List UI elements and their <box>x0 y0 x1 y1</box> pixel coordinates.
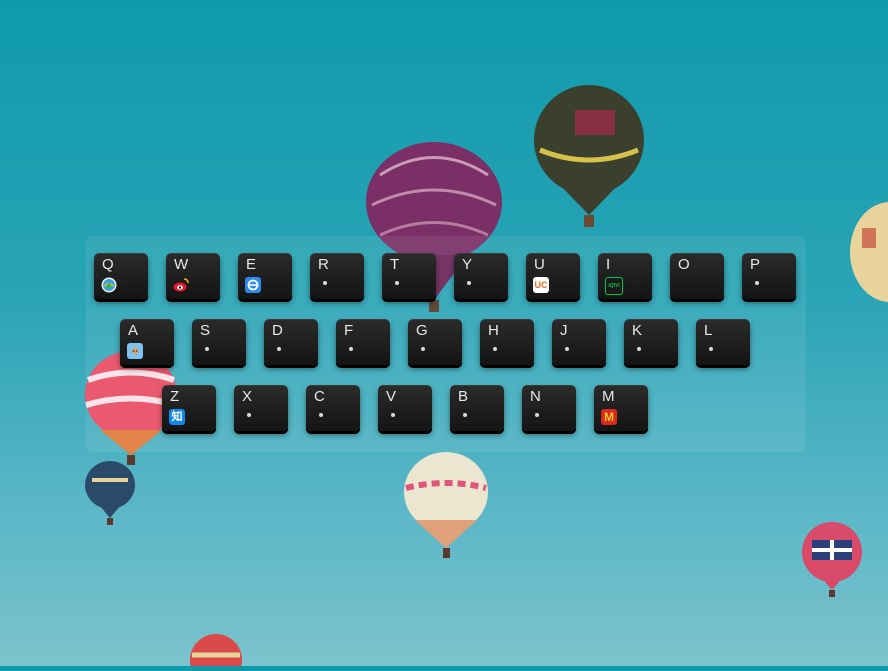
key-letter: C <box>314 388 325 405</box>
empty-slot-dot-icon <box>391 413 395 417</box>
key-y[interactable]: Y <box>454 253 508 299</box>
empty-slot-dot-icon <box>467 281 471 285</box>
empty-slot-dot-icon <box>565 347 569 351</box>
empty-slot-dot-icon <box>421 347 425 351</box>
iqiyi-icon: iQIYI <box>605 277 623 295</box>
key-j[interactable]: J <box>552 319 606 365</box>
key-u[interactable]: U UC <box>526 253 580 299</box>
key-e[interactable]: E <box>238 253 292 299</box>
key-f[interactable]: F <box>336 319 390 365</box>
key-o[interactable]: O <box>670 253 724 299</box>
key-letter: O <box>678 256 690 273</box>
key-c[interactable]: C <box>306 385 360 431</box>
key-letter: H <box>488 322 499 339</box>
key-letter: R <box>318 256 329 273</box>
key-n[interactable]: N <box>522 385 576 431</box>
small-striped-balloon <box>85 461 135 525</box>
yellow-balloon <box>850 202 888 302</box>
key-letter: X <box>242 388 253 405</box>
empty-slot-dot-icon <box>247 413 251 417</box>
key-letter: J <box>560 322 568 339</box>
key-l[interactable]: L <box>696 319 750 365</box>
zhihu-icon: 知 <box>169 409 185 425</box>
browser-360-icon <box>101 277 117 293</box>
empty-slot-dot-icon <box>319 413 323 417</box>
key-letter: G <box>416 322 428 339</box>
key-letter: I <box>606 256 611 273</box>
key-h[interactable]: H <box>480 319 534 365</box>
fox-avatar-icon <box>127 343 143 359</box>
key-g[interactable]: G <box>408 319 462 365</box>
key-letter: T <box>390 256 400 273</box>
key-d[interactable]: D <box>264 319 318 365</box>
key-m[interactable]: MM <box>594 385 648 431</box>
key-q[interactable]: Q <box>94 253 148 299</box>
key-x[interactable]: X <box>234 385 288 431</box>
key-a[interactable]: A <box>120 319 174 365</box>
empty-slot-dot-icon <box>323 281 327 285</box>
empty-slot-dot-icon <box>755 281 759 285</box>
key-letter: B <box>458 388 469 405</box>
key-letter: U <box>534 256 545 273</box>
flag-balloon <box>802 522 862 597</box>
empty-slot-dot-icon <box>349 347 353 351</box>
key-letter: D <box>272 322 283 339</box>
green-balloon <box>534 85 644 227</box>
key-letter: F <box>344 322 354 339</box>
key-b[interactable]: B <box>450 385 504 431</box>
key-p[interactable]: P <box>742 253 796 299</box>
cream-balloon <box>404 452 488 558</box>
key-letter: Q <box>102 256 114 273</box>
bottom-balloon <box>190 634 242 671</box>
key-letter: N <box>530 388 541 405</box>
key-letter: M <box>602 388 615 405</box>
key-t[interactable]: T <box>382 253 436 299</box>
uc-browser-icon: UC <box>533 277 549 293</box>
key-letter: W <box>174 256 189 273</box>
empty-slot-dot-icon <box>535 413 539 417</box>
empty-slot-dot-icon <box>395 281 399 285</box>
key-s[interactable]: S <box>192 319 246 365</box>
key-z[interactable]: Z知 <box>162 385 216 431</box>
key-letter: V <box>386 388 397 405</box>
key-r[interactable]: R <box>310 253 364 299</box>
key-i[interactable]: IiQIYI <box>598 253 652 299</box>
key-letter: K <box>632 322 643 339</box>
key-letter: A <box>128 322 139 339</box>
key-letter: L <box>704 322 713 339</box>
weibo-icon <box>173 277 189 293</box>
key-k[interactable]: K <box>624 319 678 365</box>
key-v[interactable]: V <box>378 385 432 431</box>
key-letter: Y <box>462 256 473 273</box>
empty-slot-dot-icon <box>205 347 209 351</box>
mcdonalds-icon: M <box>601 409 617 425</box>
key-letter: E <box>246 256 257 273</box>
key-letter: Z <box>170 388 180 405</box>
key-w[interactable]: W <box>166 253 220 299</box>
empty-slot-dot-icon <box>493 347 497 351</box>
ie-browser-icon <box>245 277 261 293</box>
empty-slot-dot-icon <box>463 413 467 417</box>
key-letter: S <box>200 322 211 339</box>
empty-slot-dot-icon <box>637 347 641 351</box>
empty-slot-dot-icon <box>277 347 281 351</box>
empty-slot-dot-icon <box>709 347 713 351</box>
key-letter: P <box>750 256 761 273</box>
